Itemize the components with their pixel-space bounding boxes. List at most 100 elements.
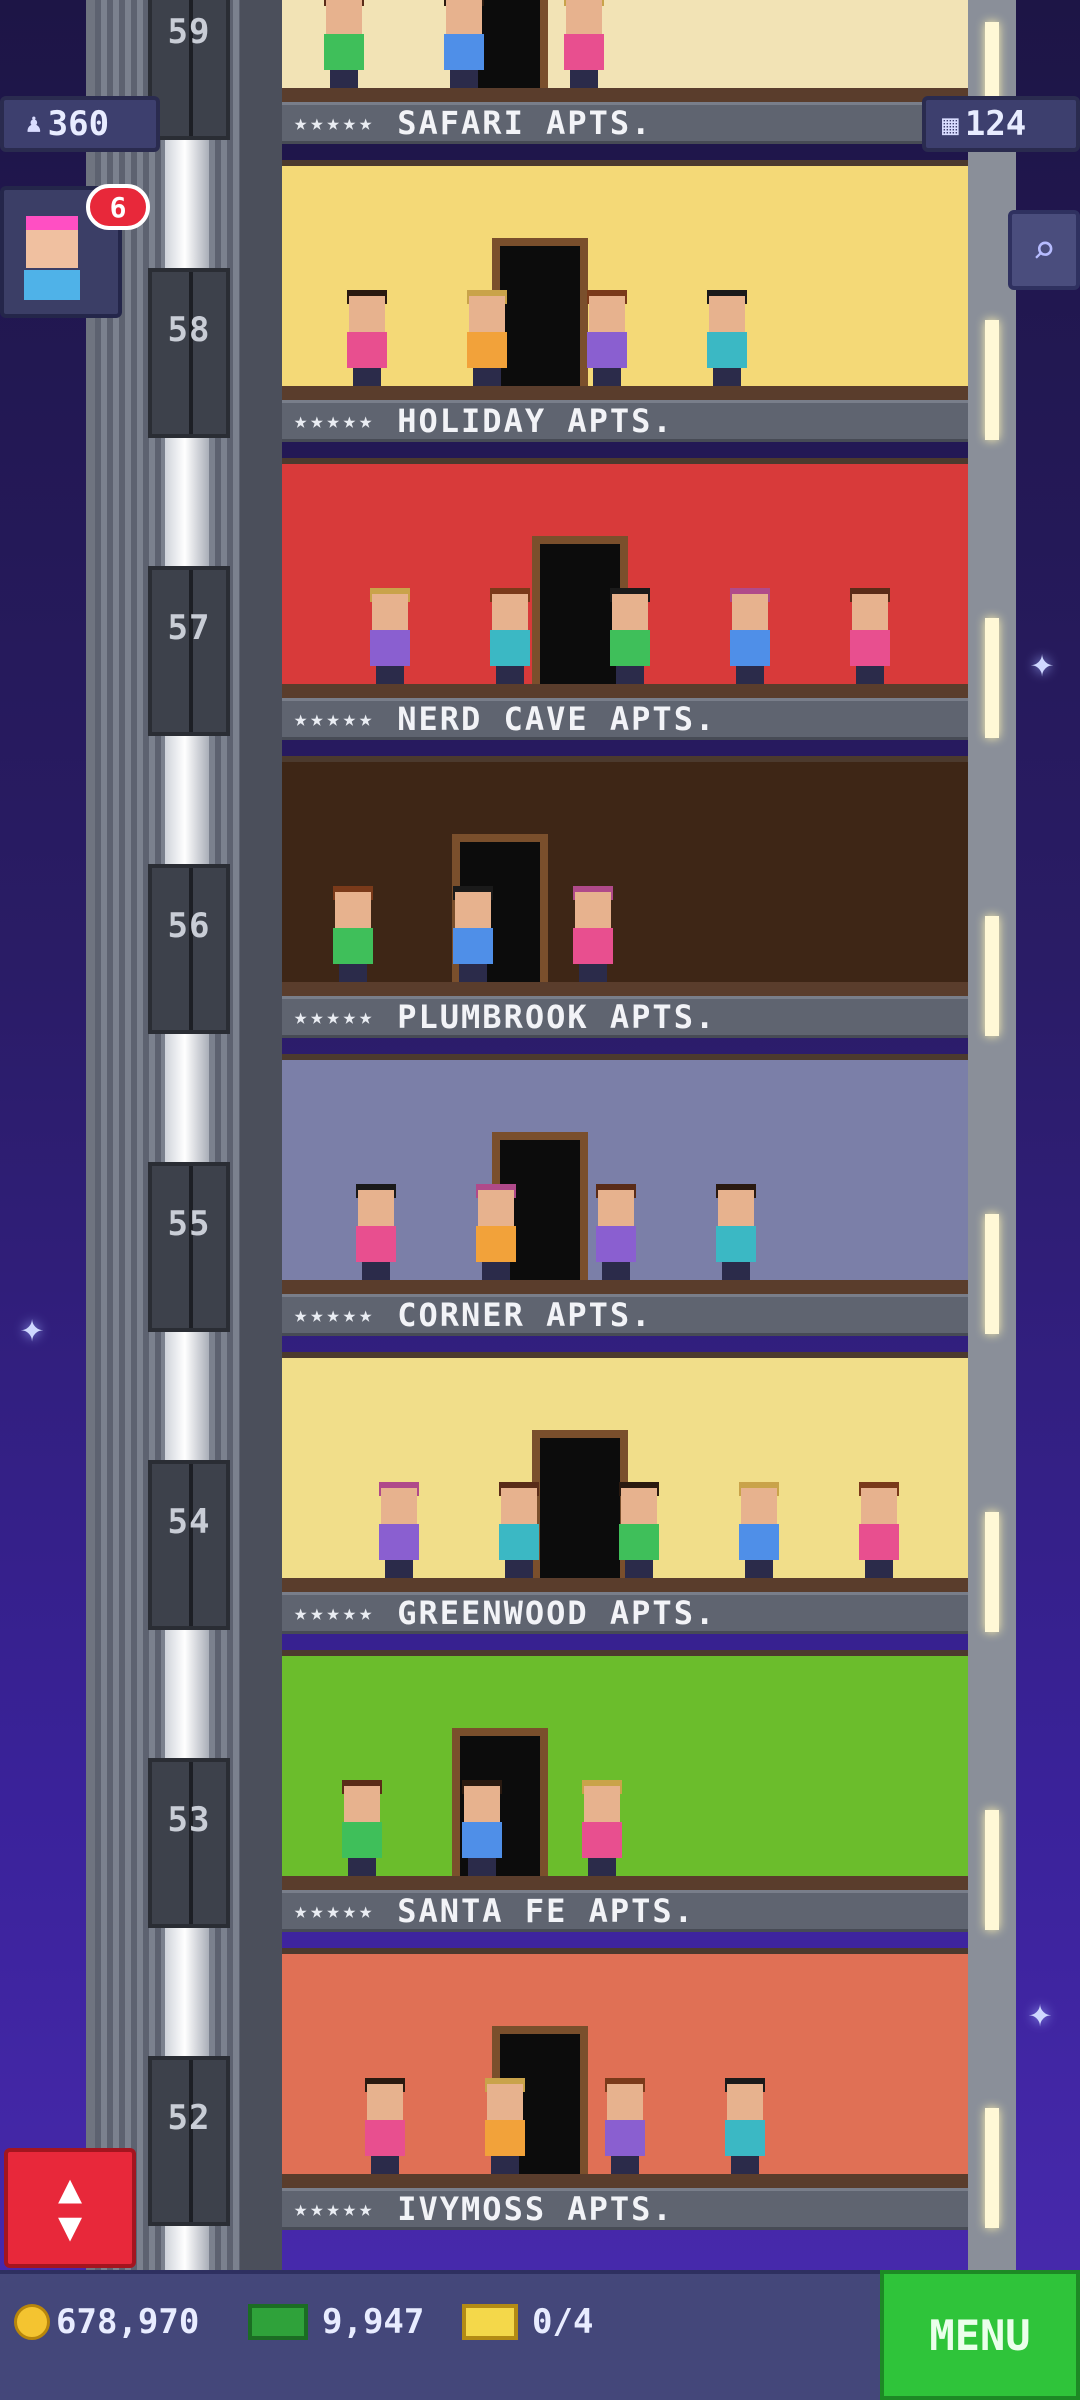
floor-room[interactable]	[282, 160, 968, 400]
population-counter[interactable]: ♟ 360	[0, 96, 160, 152]
bitizen[interactable]	[368, 588, 412, 684]
bitizen[interactable]	[608, 588, 652, 684]
coins-counter[interactable]: 678,970	[14, 2302, 199, 2342]
elevator-door[interactable]	[148, 1758, 230, 1928]
bitizen[interactable]	[603, 2078, 647, 2174]
bitizen[interactable]	[451, 886, 495, 982]
elevator-door[interactable]	[148, 268, 230, 438]
floor-room[interactable]	[282, 1054, 968, 1294]
bitizen[interactable]	[585, 290, 629, 386]
floor-label-bar[interactable]: ★★★★★ SANTA FE APTS.	[282, 1890, 968, 1932]
bitizen-head	[446, 0, 482, 34]
bitizen-legs	[625, 1560, 653, 1578]
floor-label-bar[interactable]: ★★★★★ IVYMOSS APTS.	[282, 2188, 968, 2230]
bitizen-legs	[745, 1560, 773, 1578]
bitizen-body	[499, 1524, 539, 1560]
floor-room[interactable]	[282, 756, 968, 996]
bitizen-shirt	[24, 270, 80, 300]
bitizen[interactable]	[580, 1780, 624, 1876]
elevator-button[interactable]: ▲ ▼	[4, 2148, 136, 2268]
bitizen[interactable]	[474, 1184, 518, 1280]
bitizen[interactable]	[497, 1482, 541, 1578]
floor-room[interactable]	[282, 1650, 968, 1890]
floor-label-bar[interactable]: ★★★★★ SAFARI APTS.	[282, 102, 968, 144]
floor-room[interactable]	[282, 0, 968, 102]
bitizen[interactable]	[442, 0, 486, 88]
floor-rating-stars: ★★★★★	[294, 706, 376, 732]
bitizen-legs	[505, 1560, 533, 1578]
coin-icon	[14, 2304, 50, 2340]
search-button[interactable]: ⌕	[1008, 210, 1080, 290]
bitizen-body	[365, 2120, 405, 2156]
bitizen-head	[381, 1488, 417, 1524]
bitizen[interactable]	[562, 0, 606, 88]
bitizen[interactable]	[705, 290, 749, 386]
floor-label-bar[interactable]: ★★★★★ GREENWOOD APTS.	[282, 1592, 968, 1634]
bitizen[interactable]	[723, 2078, 767, 2174]
bitizen-head	[455, 892, 491, 928]
bitizen-head	[852, 594, 888, 630]
bitizen-head	[326, 0, 362, 34]
floor-label-bar[interactable]: ★★★★★ NERD CAVE APTS.	[282, 698, 968, 740]
bitizen[interactable]	[571, 886, 615, 982]
floors-counter[interactable]: ▦ 124	[922, 96, 1080, 152]
bitizen-body	[444, 34, 484, 70]
elevator-door[interactable]	[148, 566, 230, 736]
bitizen-head	[584, 1786, 620, 1822]
bitizen-body	[582, 1822, 622, 1858]
elevator-door[interactable]	[148, 1162, 230, 1332]
bitizen[interactable]	[848, 588, 892, 684]
floor-room[interactable]	[282, 1948, 968, 2188]
bitizen-head	[344, 1786, 380, 1822]
bitizen[interactable]	[465, 290, 509, 386]
bitizen[interactable]	[714, 1184, 758, 1280]
notification-count: 6	[109, 190, 127, 224]
bitizen[interactable]	[617, 1482, 661, 1578]
bux-counter[interactable]: 9,947	[248, 2302, 424, 2342]
bitizen-legs	[376, 666, 404, 684]
bitizen-body	[564, 34, 604, 70]
floor-label-bar[interactable]: ★★★★★ CORNER APTS.	[282, 1294, 968, 1336]
floor-label-bar[interactable]: ★★★★★ PLUMBROOK APTS.	[282, 996, 968, 1038]
bitizen[interactable]	[483, 2078, 527, 2174]
elevator-door[interactable]	[148, 2056, 230, 2226]
bitizen[interactable]	[377, 1482, 421, 1578]
bitizen-legs	[482, 1262, 510, 1280]
bitizen[interactable]	[340, 1780, 384, 1876]
bitizen[interactable]	[728, 588, 772, 684]
bitizen[interactable]	[488, 588, 532, 684]
bitizen-head	[492, 594, 528, 630]
floor-room[interactable]	[282, 1352, 968, 1592]
bitizen-legs	[362, 1262, 390, 1280]
bitizen-body	[453, 928, 493, 964]
bitizen[interactable]	[363, 2078, 407, 2174]
menu-button[interactable]: MENU	[880, 2270, 1080, 2400]
floor-ground	[282, 2174, 968, 2188]
bitizen-body	[716, 1226, 756, 1262]
bitizen-notification-button[interactable]: 6	[0, 184, 150, 318]
floor-ground	[282, 982, 968, 996]
bitizen-body	[596, 1226, 636, 1262]
bitizen-body	[859, 1524, 899, 1560]
bitizen[interactable]	[737, 1482, 781, 1578]
bitizen-body	[370, 630, 410, 666]
wall-light	[985, 320, 999, 440]
bitizen[interactable]	[857, 1482, 901, 1578]
bitizen-legs	[593, 368, 621, 386]
bitizen-head	[358, 1190, 394, 1226]
bitizen-head	[372, 594, 408, 630]
bitizen[interactable]	[322, 0, 366, 88]
bitizen[interactable]	[345, 290, 389, 386]
bitizen[interactable]	[594, 1184, 638, 1280]
elevator-door[interactable]	[148, 864, 230, 1034]
floor-number: 53	[167, 1800, 211, 1840]
floor-label-bar[interactable]: ★★★★★ HOLIDAY APTS.	[282, 400, 968, 442]
floor-name: CORNER APTS.	[397, 1296, 653, 1334]
bitizen[interactable]	[331, 886, 375, 982]
bitizen-body	[379, 1524, 419, 1560]
bitizen[interactable]	[354, 1184, 398, 1280]
floor-room[interactable]	[282, 458, 968, 698]
tickets-counter[interactable]: 0/4	[462, 2302, 593, 2342]
bitizen[interactable]	[460, 1780, 504, 1876]
elevator-door[interactable]	[148, 1460, 230, 1630]
